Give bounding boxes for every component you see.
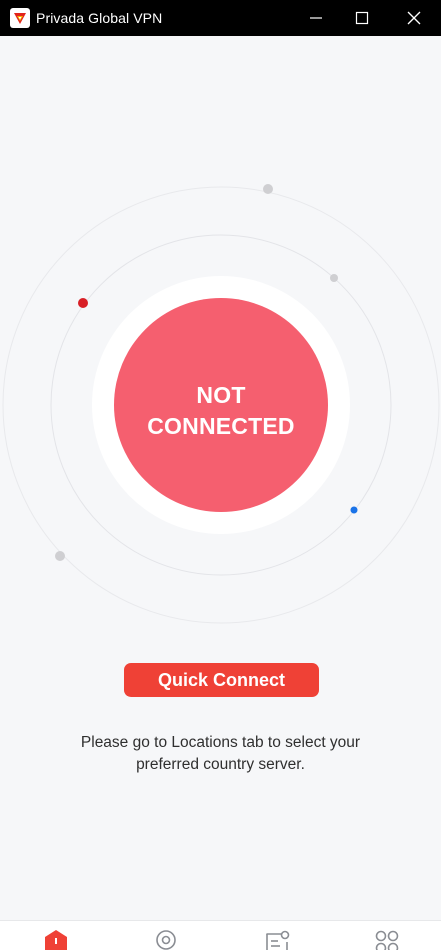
orbit-dot-gray [330, 274, 338, 282]
main-content: NOT CONNECTED Quick Connect Please go to… [0, 36, 441, 920]
nav-item-home[interactable] [36, 921, 76, 950]
minimize-icon [310, 17, 322, 19]
close-button[interactable] [391, 0, 437, 36]
app-window: Privada Global VPN NOT CONNECTED Quick C… [0, 0, 441, 950]
nav-item-locations[interactable] [146, 921, 186, 950]
hint-line-2: preferred country server. [136, 756, 305, 773]
nav-item-split-tunnel[interactable] [257, 921, 297, 950]
maximize-button[interactable] [339, 0, 385, 36]
status-line-2: CONNECTED [147, 413, 295, 439]
quick-connect-button[interactable]: Quick Connect [124, 663, 319, 697]
connection-status-text: NOT CONNECTED [114, 380, 328, 442]
minimize-button[interactable] [293, 0, 339, 36]
location-hint-text: Please go to Locations tab to select you… [30, 732, 411, 776]
location-pin-icon [156, 930, 176, 950]
privada-logo-icon [10, 8, 30, 28]
close-icon [407, 11, 421, 25]
status-line-1: NOT [196, 382, 246, 408]
orbit-dot-gray [55, 551, 65, 561]
split-tunnel-icon [266, 930, 290, 950]
hint-line-1: Please go to Locations tab to select you… [80, 734, 361, 751]
window-title: Privada Global VPN [36, 10, 163, 26]
bottom-navigation [0, 920, 441, 950]
maximize-icon [355, 11, 369, 25]
title-bar[interactable]: Privada Global VPN [0, 0, 441, 36]
connection-status-ring: NOT CONNECTED [92, 276, 350, 534]
orbit-dot-red [78, 298, 88, 308]
home-icon [45, 930, 67, 950]
nav-item-more[interactable] [367, 921, 407, 950]
orbit-dot-gray [263, 184, 273, 194]
orbit-dot-blue [350, 506, 358, 514]
connection-status-button[interactable]: NOT CONNECTED [114, 298, 328, 512]
more-apps-icon [375, 930, 399, 950]
